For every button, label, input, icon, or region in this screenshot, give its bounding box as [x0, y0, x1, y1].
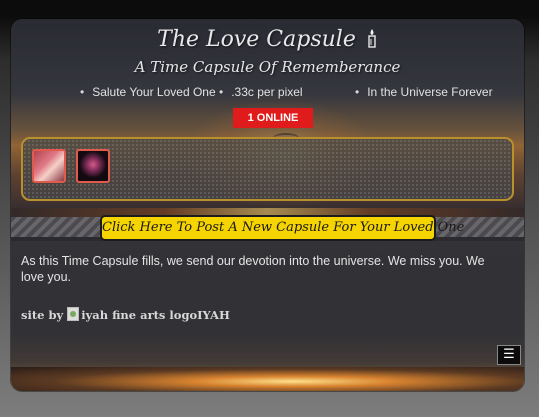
description-text: As this Time Capsule fills, we send our … [21, 254, 485, 284]
post-capsule-button[interactable]: Click Here To Post A New Capsule For You… [100, 215, 464, 241]
capsule-panel [21, 137, 514, 201]
feature-item: .33c per pixel [219, 85, 302, 99]
broken-image-icon [67, 307, 80, 321]
credit-link[interactable]: IYAH [197, 308, 230, 322]
page-title-text: The Love Capsule [157, 27, 356, 52]
online-count-badge: 1 ONLINE [233, 108, 313, 128]
page-title: The Love Capsule [11, 27, 524, 52]
feature-list: Salute Your Loved One .33c per pixel In … [11, 85, 524, 101]
credit-logo-alt: iyah fine arts logo [81, 308, 198, 322]
feature-item: Salute Your Loved One [80, 85, 215, 99]
feature-item: In the Universe Forever [355, 85, 492, 99]
capsule-card: The Love Capsule A Time Capsule Of Remem… [11, 19, 524, 391]
hamburger-menu-button[interactable]: ☰ [497, 345, 521, 365]
capsule-thumbnail-2[interactable] [76, 149, 110, 183]
beach-background [11, 367, 524, 391]
capsule-thumbnail-1[interactable] [32, 149, 66, 183]
site-credit: site by iyah fine arts logoIYAH [21, 307, 230, 323]
candle-icon [368, 29, 376, 48]
credit-prefix: site by [21, 308, 64, 322]
page-subtitle: A Time Capsule Of Rememberance [134, 58, 401, 76]
